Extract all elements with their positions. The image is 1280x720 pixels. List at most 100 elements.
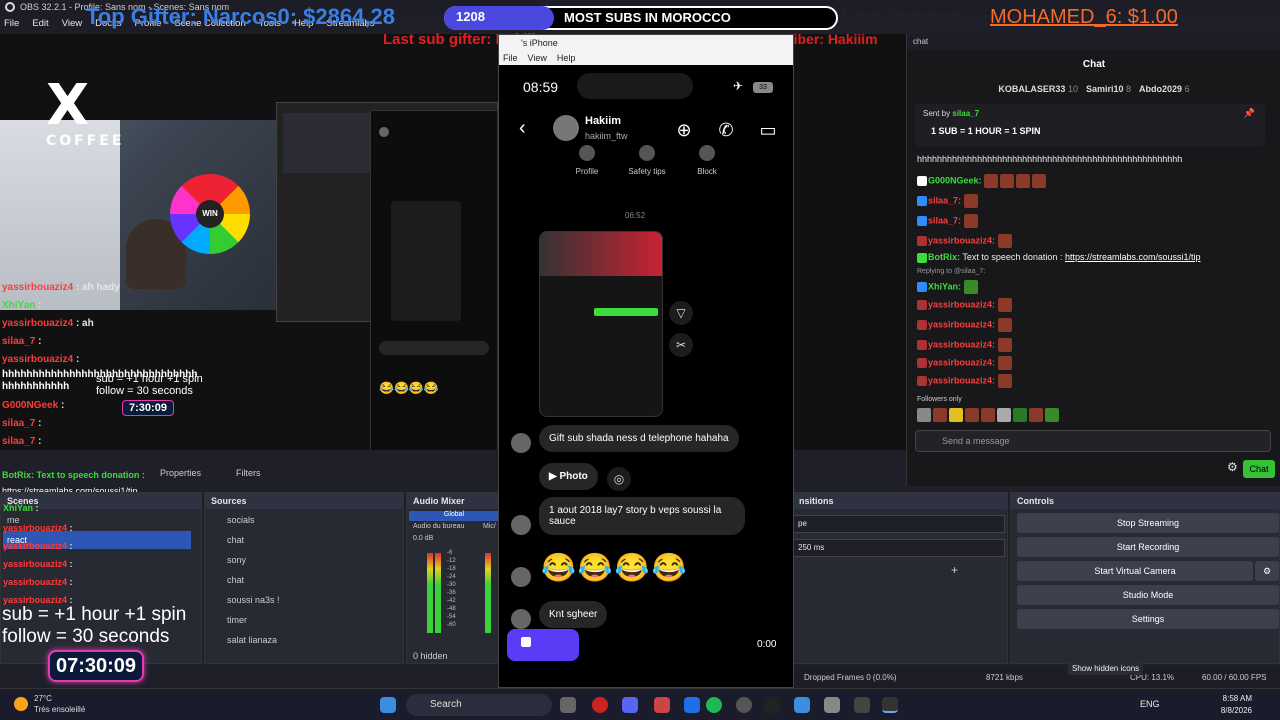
controls-title: Controls [1011, 493, 1279, 509]
chat-dock: chat Chat KOBALASER33 10 Samiri10 8 Abdo… [906, 34, 1280, 486]
overlay-chat-row: silaa_7 : [2, 418, 42, 429]
overlay-chat-row: yassirbouaziz4 : ah hady [2, 282, 120, 293]
overlay-chat-row: yassirbouaziz4 : ah [2, 318, 94, 329]
properties-button[interactable]: Properties [160, 468, 201, 478]
phone-window-title: 's iPhone [521, 38, 558, 48]
virtual-camera-settings-icon[interactable]: ⚙ [1255, 561, 1279, 581]
overlay-chat-row: XhiYan : [3, 503, 39, 513]
bitrate: 8721 kbps [986, 673, 1023, 682]
source-chat[interactable]: chat [227, 535, 244, 545]
source-sony[interactable]: sony [227, 555, 246, 565]
app-icon-2[interactable] [794, 697, 810, 713]
coffee-logo: X COFFEE [46, 73, 125, 149]
audio-mixer-dock: Audio Mixer Global Audio du bureau Mic/ … [406, 492, 500, 664]
airplane-icon: ✈ [733, 79, 744, 93]
task-view-icon[interactable] [560, 697, 576, 713]
phone-menu-view[interactable]: View [528, 53, 547, 63]
hidden-icons-tooltip: Show hidden icons [1068, 662, 1144, 675]
chat-input[interactable]: Send a message [915, 430, 1271, 452]
phone-window-menu: 's iPhone File View Help [499, 35, 793, 65]
fps: 60.00 / 60.00 FPS [1202, 673, 1267, 682]
discord-icon[interactable] [622, 697, 638, 713]
opera-icon[interactable] [592, 697, 608, 713]
message-avatar [511, 433, 531, 453]
capcut-icon[interactable] [764, 697, 780, 713]
duration-field[interactable]: 250 ms [793, 539, 1005, 557]
sources-dock: Sources socials chat sony chat soussi na… [204, 492, 404, 664]
source-soussi[interactable]: soussi na3s ! [227, 595, 280, 605]
mixer-meter-right [435, 553, 441, 633]
language-indicator[interactable]: ENG [1140, 699, 1160, 709]
contact-name[interactable]: Hakiim [585, 115, 621, 127]
phone-time: 08:59 [523, 79, 559, 95]
sources-title: Sources [205, 493, 403, 509]
word-icon[interactable] [684, 697, 700, 713]
source-salat[interactable]: salat lianaza [227, 635, 277, 645]
overlay-chat-row: yassirbouaziz4 : [2, 354, 80, 365]
start-icon[interactable] [380, 697, 396, 713]
emote-bar[interactable] [917, 408, 1061, 422]
pin-icon[interactable]: 📌 [1244, 108, 1255, 119]
menu-file[interactable]: File [4, 14, 19, 34]
settings-button[interactable]: Settings [1017, 609, 1279, 629]
safety-tips-action[interactable]: Safety tips [617, 145, 677, 176]
browser-icon[interactable] [736, 697, 752, 713]
menu-edit[interactable]: Edit [32, 14, 48, 34]
spotify-icon[interactable] [706, 697, 722, 713]
app-icon-3[interactable] [824, 697, 840, 713]
top-gifters: KOBALASER33 10 Samiri10 8 Abdo2029 6 [907, 80, 1280, 98]
cut-icon[interactable]: ✂ [669, 333, 693, 357]
tip-link[interactable]: https://streamlabs.com/soussi1/tip [1065, 252, 1201, 262]
back-icon[interactable]: ‹ [519, 117, 526, 140]
chat-line: BotRix: Text to speech donation : https:… [917, 252, 1201, 263]
overlay-chat-row: yassirbouaziz4 : [3, 541, 73, 551]
clock[interactable]: 8:58 AM 8/8/2026 [1202, 693, 1252, 717]
mixer-hidden[interactable]: 0 hidden [413, 651, 448, 661]
photo-button[interactable]: ▶ Photo [539, 463, 598, 490]
source-chat-2[interactable]: chat [227, 575, 244, 585]
nested-phone-mirror: 😂😂😂😂 [370, 110, 498, 450]
app-icon[interactable] [654, 697, 670, 713]
phone-menu-help[interactable]: Help [557, 53, 576, 63]
shared-screenshot[interactable] [539, 231, 663, 417]
add-transition-icon[interactable]: + [951, 563, 958, 577]
chat-settings-icon[interactable]: ⚙ [1227, 460, 1238, 474]
start-virtual-camera-button[interactable]: Start Virtual Camera [1017, 561, 1253, 581]
overlay-chat: yassirbouaziz4 : ah hady XhiYan : yassir… [0, 282, 206, 448]
chat-line: silaa_7: [917, 214, 980, 228]
call-icon[interactable]: ✆ [715, 119, 737, 141]
last-donator-label: Last Donator: [842, 6, 963, 28]
chat-title: Chat [1082, 59, 1106, 70]
studio-mode-button[interactable]: Studio Mode [1017, 585, 1279, 605]
weather-widget[interactable]: 27°C Très ensoleillé [14, 693, 85, 715]
block-action[interactable]: Block [677, 145, 737, 176]
start-recording-button[interactable]: Start Recording [1017, 537, 1279, 557]
taskbar-search[interactable]: Search [406, 694, 552, 716]
message-avatar [511, 515, 531, 535]
video-call-icon[interactable]: ▭ [757, 119, 779, 141]
camera-icon[interactable]: ◎ [607, 467, 631, 491]
audio-mixer-title: Audio Mixer [407, 493, 499, 509]
source-socials[interactable]: socials [227, 515, 255, 525]
chat-line: G000NGeek: [917, 174, 1048, 188]
profile-icon [579, 145, 595, 161]
transition-select[interactable]: pe [793, 515, 1005, 533]
share-icon[interactable]: ▽ [669, 301, 693, 325]
mixer-db: 0.0 dB [413, 535, 434, 542]
phone-menu-file[interactable]: File [503, 53, 518, 63]
pinned-message[interactable]: Sent by silaa_7 1 SUB = 1 HOUR = 1 SPIN … [915, 104, 1265, 146]
chat-send-button[interactable]: Chat [1243, 460, 1275, 478]
phone-link-icon[interactable] [882, 697, 898, 713]
profile-action[interactable]: Profile [557, 145, 617, 176]
message-timestamp: 06:52 [625, 211, 646, 220]
obs-taskbar-icon[interactable] [854, 697, 870, 713]
link-icon[interactable]: ⊕ [673, 119, 695, 141]
record-button[interactable] [507, 629, 579, 661]
source-timer[interactable]: timer [227, 615, 247, 625]
stop-streaming-button[interactable]: Stop Streaming [1017, 513, 1279, 533]
filters-button[interactable]: Filters [236, 468, 261, 478]
quick-actions: Profile Safety tips Block [557, 145, 737, 176]
menu-view[interactable]: View [62, 14, 82, 34]
contact-avatar[interactable] [553, 115, 579, 141]
mixer-global-tab[interactable]: Global [409, 511, 499, 521]
